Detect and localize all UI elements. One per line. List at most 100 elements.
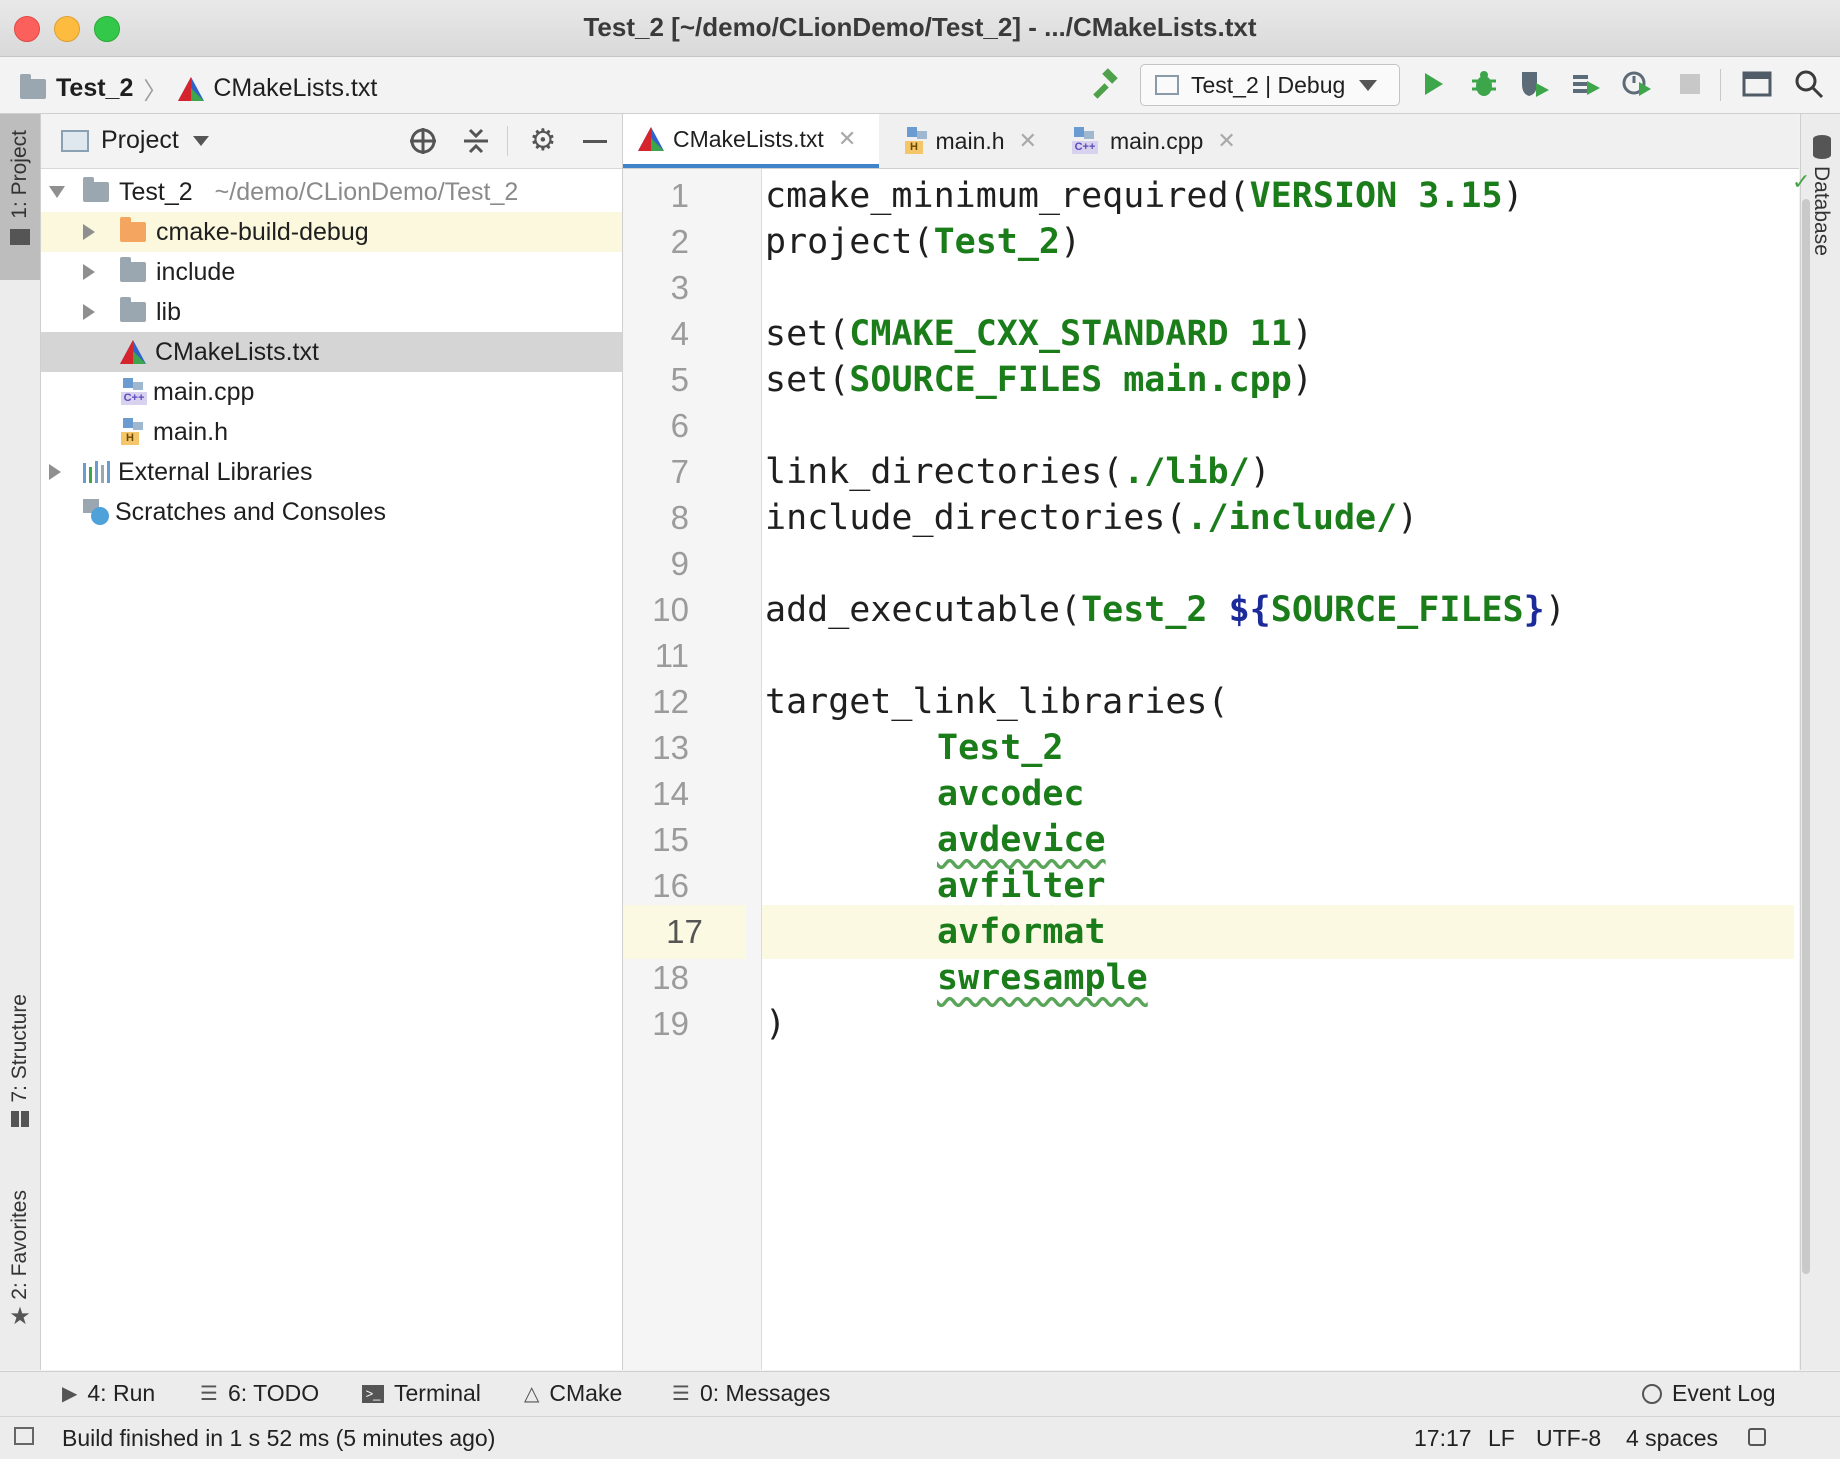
stop-button[interactable] <box>1671 65 1709 103</box>
file-encoding[interactable]: UTF-8 <box>1536 1425 1601 1452</box>
h-file-icon: H <box>905 127 928 155</box>
collapse-arrow-icon[interactable] <box>83 264 95 280</box>
editor-scrollbar[interactable] <box>1802 199 1810 1274</box>
hammer-icon <box>1093 68 1118 99</box>
breadcrumb-file[interactable]: CMakeLists.txt <box>213 74 377 103</box>
collapse-arrow-icon[interactable] <box>83 224 95 240</box>
project-view-icon <box>61 129 89 152</box>
lock-icon[interactable] <box>1748 1428 1766 1446</box>
tree-item[interactable]: include <box>41 252 622 292</box>
coverage-button[interactable] <box>1516 65 1554 103</box>
settings-button[interactable]: ⚙ <box>526 124 560 158</box>
tree-item[interactable]: H main.h <box>41 412 622 452</box>
todo-icon: ☰ <box>200 1383 218 1405</box>
coverage-icon <box>1522 72 1549 97</box>
layout-button[interactable] <box>1738 65 1776 103</box>
code-area[interactable]: cmake_minimum_required(VERSION 3.15) pro… <box>762 169 1810 1370</box>
run-icon <box>1425 73 1443 95</box>
event-log-icon <box>1642 1383 1662 1404</box>
collapse-arrow-icon[interactable] <box>83 304 95 320</box>
run-tool-button[interactable]: ▶ 4: Run <box>62 1380 155 1407</box>
event-log-button[interactable]: Event Log <box>1642 1380 1776 1407</box>
terminal-tool-button[interactable]: >_ Terminal <box>362 1380 481 1407</box>
status-message: Build finished in 1 s 52 ms (5 minutes a… <box>62 1425 496 1451</box>
project-panel: Project ⚙ Test_2 ~/demo/CLionDemo/Test_2… <box>41 114 623 1370</box>
code-line: include_directories(./include/) <box>765 498 1419 538</box>
folder-icon <box>120 257 146 282</box>
line-number-gutter: 1 2 3 4 5 6 7 8 9 10 11 12 13 14 15 16 17 18 19 <box>623 169 762 1370</box>
tab-main-h[interactable]: H main.h ✕ <box>891 114 1051 168</box>
tree-scratches[interactable]: Scratches and Consoles <box>41 492 622 532</box>
tool-tab-database[interactable]: Database <box>1809 166 1833 256</box>
gear-icon: ⚙ <box>529 124 557 157</box>
indent-setting[interactable]: 4 spaces <box>1626 1425 1718 1452</box>
tree-item-label: cmake-build-debug <box>156 217 369 246</box>
folder-icon <box>10 228 30 245</box>
cmake-icon: △ <box>524 1383 540 1405</box>
collapse-all-button[interactable] <box>459 124 493 158</box>
close-icon[interactable]: ✕ <box>1217 128 1235 154</box>
crosshair-icon <box>410 128 436 154</box>
profile-button[interactable] <box>1567 65 1605 103</box>
tool-button-label: Terminal <box>394 1380 481 1406</box>
terminal-icon: >_ <box>362 1384 384 1403</box>
run-configuration-select[interactable]: Test_2 | Debug <box>1140 64 1400 106</box>
tree-item[interactable]: C++ main.cpp <box>41 372 622 412</box>
star-icon: ★ <box>9 1302 31 1330</box>
tool-button-label: CMake <box>549 1380 623 1406</box>
attach-button[interactable] <box>1618 65 1656 103</box>
tree-external-libraries[interactable]: External Libraries <box>41 452 622 492</box>
tree-item-label: main.cpp <box>153 377 255 406</box>
toggle-tool-windows-icon[interactable] <box>14 1427 34 1445</box>
code-line: add_executable(Test_2 ${SOURCE_FILES}) <box>765 590 1566 630</box>
search-button[interactable] <box>1790 65 1828 103</box>
tab-label: main.h <box>935 127 1005 154</box>
messages-tool-button[interactable]: ☰ 0: Messages <box>672 1380 830 1407</box>
project-view-selector[interactable]: Project <box>61 126 209 155</box>
tree-item[interactable]: lib <box>41 292 622 332</box>
run-icon: ▶ <box>62 1383 78 1405</box>
locate-file-button[interactable] <box>406 124 440 158</box>
caret-position[interactable]: 17:17 <box>1414 1425 1472 1452</box>
tree-item[interactable]: cmake-build-debug <box>41 212 622 252</box>
tree-item-label: main.h <box>153 417 229 446</box>
tree-root[interactable]: Test_2 ~/demo/CLionDemo/Test_2 <box>41 172 622 212</box>
close-icon[interactable]: ✕ <box>838 126 856 152</box>
tool-tab-structure[interactable]: 7: Structure <box>0 994 40 1174</box>
close-icon[interactable]: ✕ <box>1019 128 1037 154</box>
toolbar-divider <box>1720 69 1721 101</box>
tool-tab-project[interactable]: 1: Project <box>0 114 40 280</box>
build-hammer-button[interactable] <box>1086 65 1124 103</box>
breadcrumb-project[interactable]: Test_2 <box>56 74 133 103</box>
project-tree: Test_2 ~/demo/CLionDemo/Test_2 cmake-bui… <box>41 172 622 532</box>
title-bar: Test_2 [~/demo/CLionDemo/Test_2] - .../C… <box>0 0 1840 57</box>
collapse-arrow-icon[interactable] <box>49 464 61 480</box>
debug-button[interactable] <box>1465 65 1503 103</box>
line-separator[interactable]: LF <box>1488 1425 1515 1452</box>
tab-main-cpp[interactable]: C++ main.cpp ✕ <box>1058 114 1258 168</box>
tool-tab-favorites-label: 2: Favorites <box>8 1190 31 1300</box>
breadcrumb-separator-icon: 〉 <box>143 78 168 105</box>
expand-arrow-icon[interactable] <box>49 186 65 198</box>
cmake-icon <box>120 340 146 364</box>
todo-tool-button[interactable]: ☰ 6: TODO <box>200 1380 319 1407</box>
tab-label: CMakeLists.txt <box>673 125 824 152</box>
database-icon <box>1813 135 1831 159</box>
tree-item[interactable]: CMakeLists.txt <box>41 332 622 372</box>
hide-panel-button[interactable] <box>578 124 612 158</box>
event-log-label: Event Log <box>1672 1380 1776 1406</box>
profile-icon <box>1573 75 1600 95</box>
tool-button-label: 4: Run <box>87 1380 156 1406</box>
cmake-icon <box>638 127 664 151</box>
libraries-icon <box>83 461 110 483</box>
run-button[interactable] <box>1414 65 1452 103</box>
messages-icon: ☰ <box>672 1383 690 1405</box>
structure-icon <box>11 1110 29 1127</box>
ide-window: Test_2 [~/demo/CLionDemo/Test_2] - .../C… <box>0 0 1840 1459</box>
tool-tab-favorites[interactable]: 2: Favorites ★ <box>0 1190 40 1360</box>
tab-cmakelists[interactable]: CMakeLists.txt ✕ <box>623 114 879 168</box>
cpp-file-icon: C++ <box>121 378 147 406</box>
cmake-tool-button[interactable]: △ CMake <box>524 1380 622 1407</box>
tool-tab-structure-label: 7: Structure <box>8 994 31 1103</box>
attach-icon <box>1622 71 1651 96</box>
